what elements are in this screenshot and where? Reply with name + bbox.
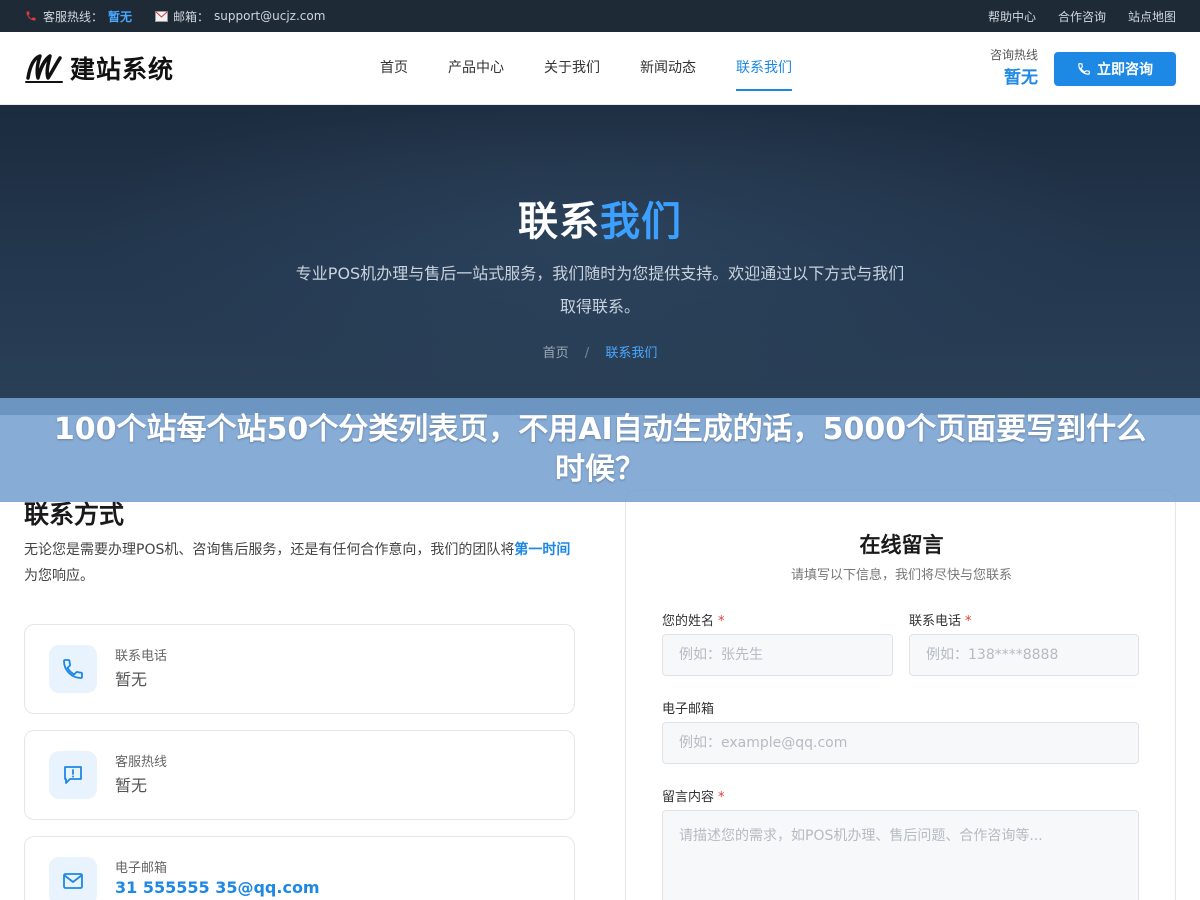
cooperation-link[interactable]: 合作咨询	[1058, 8, 1106, 25]
contact-card-email: 电子邮箱 31 555555 35@qq.com	[24, 836, 575, 900]
service-hotline: 客服热线： 暂无	[24, 8, 132, 25]
contact-card-value: 暂无	[115, 670, 148, 689]
email-field-label: 电子邮箱	[662, 702, 715, 717]
breadcrumb-current: 联系我们	[605, 346, 658, 361]
contact-card-label: 联系电话	[115, 649, 168, 664]
top-bar-contact: 客服热线： 暂无 邮箱： support@ucjz.com	[24, 8, 325, 25]
required-mark: *	[718, 614, 725, 629]
email-label: 邮箱：	[173, 9, 210, 24]
hero-title-accent: 我们	[600, 199, 682, 245]
hotline-value: 暂无	[1004, 68, 1038, 88]
phone-icon	[49, 645, 97, 693]
breadcrumb-separator: /	[584, 346, 590, 361]
hero-title: 联系我们	[0, 189, 1200, 247]
breadcrumb: 首页 / 联系我们	[0, 342, 1200, 361]
main-header: 建站系统 首页 产品中心 关于我们 新闻动态 联系我们 咨询热线 暂无 立即咨询	[0, 32, 1200, 105]
message-label-text: 留言内容	[662, 790, 715, 805]
contact-desc-start: 无论您是需要办理POS机、咨询售后服务，还是有任何合作意向，我们的团队将	[24, 542, 515, 558]
phone-input[interactable]	[909, 634, 1139, 676]
form-subtitle: 请填写以下信息，我们将尽快与您联系	[790, 568, 1012, 583]
nav-item-news[interactable]: 新闻动态	[620, 32, 716, 105]
service-hotline-label: 客服热线：	[43, 9, 104, 24]
nav-item-products[interactable]: 产品中心	[428, 32, 524, 105]
required-mark: *	[718, 790, 725, 805]
phone-label: 联系电话 *	[909, 610, 972, 629]
consult-now-button[interactable]: 立即咨询	[1054, 52, 1176, 86]
site-logo[interactable]: 建站系统	[24, 48, 174, 88]
contact-desc-highlight: 第一时间	[514, 542, 571, 558]
nav-item-about[interactable]: 关于我们	[524, 32, 620, 105]
header-hotline: 咨询热线 暂无	[976, 46, 1038, 88]
name-label: 您的姓名 *	[662, 610, 725, 629]
overlay-text: 100个站每个站50个分类列表页，不用AI自动生成的话，5000个页面要写到什么…	[53, 412, 1147, 487]
phone-icon	[1078, 63, 1090, 75]
required-mark: *	[965, 614, 972, 629]
mail-icon	[49, 857, 97, 900]
logo-icon	[25, 54, 63, 83]
top-bar: 客服热线： 暂无 邮箱： support@ucjz.com 帮助中心 合作咨询 …	[0, 0, 1200, 32]
breadcrumb-home[interactable]: 首页	[543, 346, 569, 361]
message-textarea[interactable]	[662, 810, 1139, 900]
contact-desc-end: 为您响应。	[24, 568, 94, 584]
name-label-text: 您的姓名	[662, 614, 715, 629]
form-title: 在线留言	[859, 533, 944, 557]
contact-card-hotline: 客服热线 暂无	[24, 730, 575, 820]
envelope-icon	[154, 9, 168, 23]
email-value[interactable]: support@ucjz.com	[214, 9, 325, 23]
contact-card-label: 客服热线	[115, 755, 168, 770]
phone-icon	[24, 9, 38, 23]
hero-title-main: 联系	[518, 199, 600, 245]
name-input[interactable]	[662, 634, 893, 676]
service-hotline-value: 暂无	[108, 9, 133, 24]
overlay-banner: 100个站每个站50个分类列表页，不用AI自动生成的话，5000个页面要写到什么…	[0, 398, 1200, 502]
main-nav: 首页 产品中心 关于我们 新闻动态 联系我们	[360, 32, 812, 105]
nav-item-home[interactable]: 首页	[360, 32, 428, 105]
logo-text: 建站系统	[70, 55, 175, 84]
contact-card-value: 暂无	[115, 776, 148, 795]
contact-card-label: 电子邮箱	[115, 861, 168, 876]
message-form: 在线留言 请填写以下信息，我们将尽快与您联系 您的姓名* 联系电话* 电子邮箱 …	[625, 490, 1176, 900]
hero-banner: 联系我们 专业POS机办理与售后一站式服务，我们随时为您提供支持。欢迎通过以下方…	[0, 105, 1200, 415]
message-label: 留言内容 *	[662, 786, 725, 805]
consult-button-label: 立即咨询	[1097, 62, 1153, 78]
hero-description: 专业POS机办理与售后一站式服务，我们随时为您提供支持。欢迎通过以下方式与我们取…	[295, 264, 905, 316]
email-input[interactable]	[662, 722, 1139, 764]
contact-card-value[interactable]: 31 555555 35@qq.com	[115, 878, 320, 897]
hotline-label: 咨询热线	[989, 48, 1038, 62]
phone-label-text: 联系电话	[909, 614, 962, 629]
contact-card-phone: 联系电话 暂无	[24, 624, 575, 714]
help-center-link[interactable]: 帮助中心	[988, 8, 1036, 25]
sitemap-link[interactable]: 站点地图	[1128, 8, 1176, 25]
chat-icon	[49, 751, 97, 799]
contact-description: 无论您是需要办理POS机、咨询售后服务，还是有任何合作意向，我们的团队将第一时间…	[24, 537, 576, 589]
top-email: 邮箱： support@ucjz.com	[154, 8, 325, 25]
nav-item-contact[interactable]: 联系我们	[716, 32, 812, 105]
top-bar-links: 帮助中心 合作咨询 站点地图	[988, 8, 1176, 25]
